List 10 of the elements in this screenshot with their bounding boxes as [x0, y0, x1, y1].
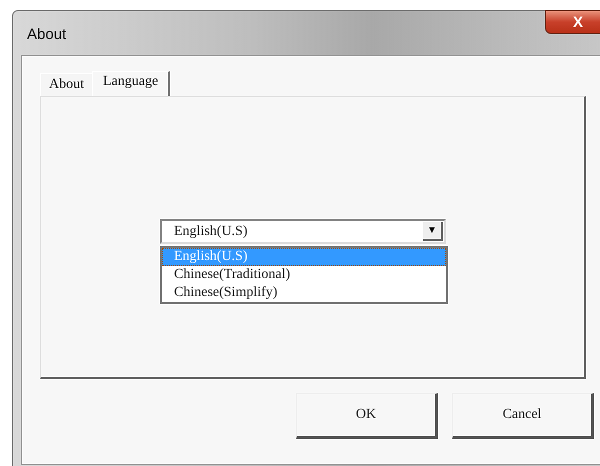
dialog-button[interactable]: OK — [296, 393, 438, 439]
dialog-button[interactable]: Cancel — [452, 393, 594, 439]
tab[interactable]: About — [40, 73, 92, 96]
dropdown-arrow-button[interactable]: ▼ — [423, 222, 443, 241]
dropdown-option[interactable]: Chinese(Simplify) — [162, 284, 446, 302]
close-button[interactable]: X — [545, 10, 600, 34]
language-dropdown[interactable]: English(U.S) ▼ — [160, 219, 446, 244]
dropdown-option[interactable]: Chinese(Traditional) — [162, 266, 446, 284]
window-title: About — [27, 26, 66, 42]
tab[interactable]: Language — [92, 71, 170, 96]
